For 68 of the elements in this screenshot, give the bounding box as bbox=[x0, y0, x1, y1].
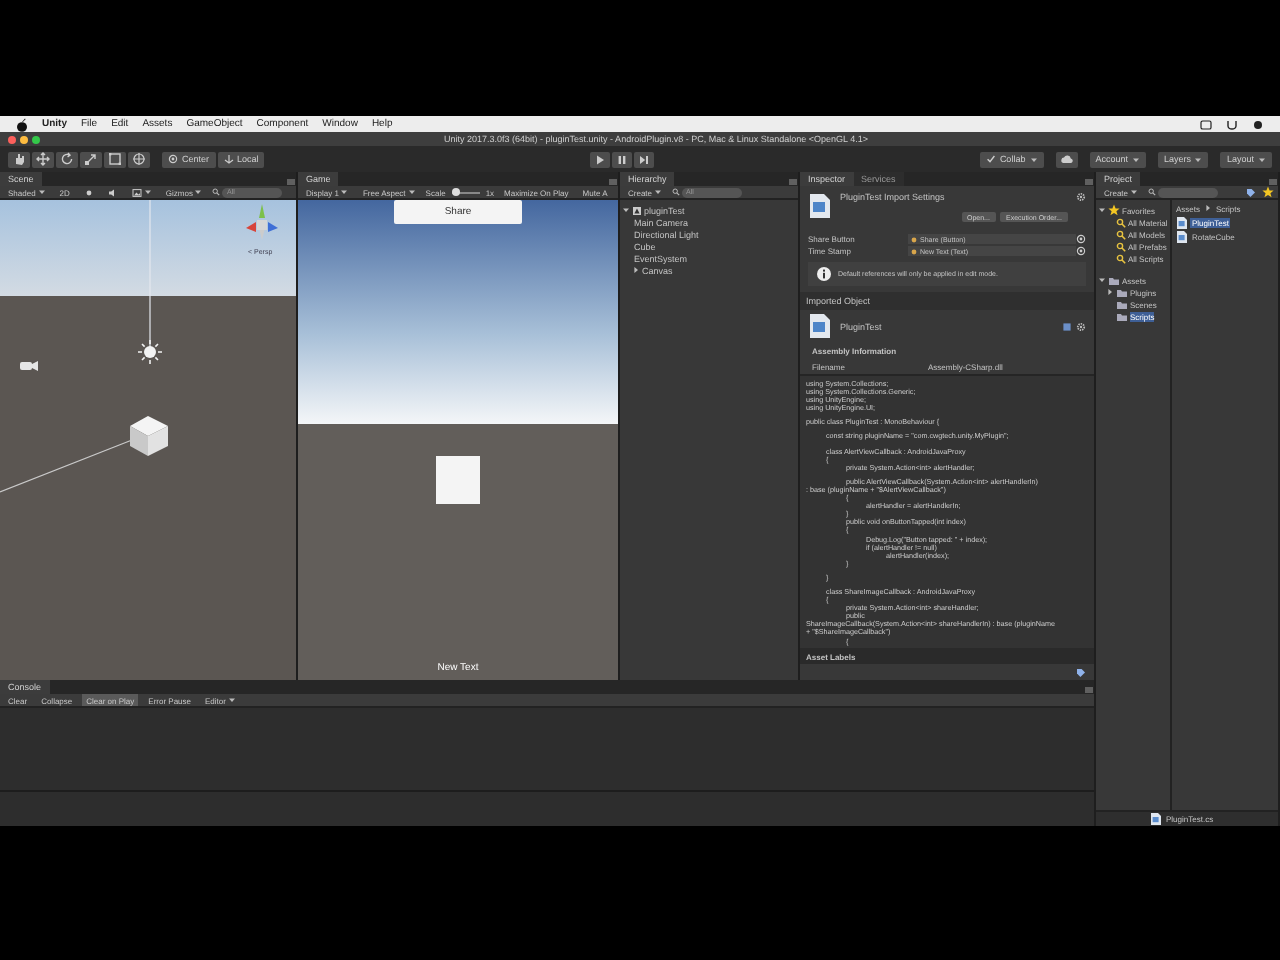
search-icon bbox=[1148, 188, 1157, 196]
close-button[interactable] bbox=[8, 135, 16, 143]
scale-tool-icon bbox=[84, 152, 98, 166]
cube-drawing[interactable] bbox=[130, 416, 168, 456]
collapsed-arrow-icon[interactable] bbox=[632, 266, 640, 274]
grid-line bbox=[0, 439, 133, 493]
search-icon bbox=[212, 188, 221, 196]
expanded-arrow-icon[interactable] bbox=[622, 206, 630, 214]
pivot-icon bbox=[168, 154, 178, 164]
caret-icon bbox=[1194, 155, 1203, 163]
collapsed-arrow-icon[interactable] bbox=[1106, 288, 1114, 296]
axis-icon bbox=[223, 154, 234, 164]
play-icon bbox=[594, 153, 607, 165]
cube-drawing bbox=[436, 456, 480, 504]
check-icon bbox=[985, 154, 996, 164]
script-file-icon bbox=[1150, 812, 1162, 826]
scene-icon bbox=[632, 205, 642, 215]
orientation-gizmo[interactable] bbox=[246, 204, 278, 240]
menu-icon[interactable] bbox=[788, 178, 798, 186]
script-file-icon bbox=[808, 192, 832, 220]
search-icon bbox=[672, 188, 681, 196]
rotate-tool-icon bbox=[60, 152, 74, 166]
menu-icon[interactable] bbox=[286, 178, 296, 186]
menu-icon[interactable] bbox=[608, 178, 618, 186]
pause-button[interactable] bbox=[612, 151, 633, 167]
info-icon bbox=[816, 266, 832, 282]
status-icon[interactable] bbox=[1252, 119, 1264, 129]
slider-thumb[interactable] bbox=[452, 188, 461, 196]
rotate-tool-button[interactable] bbox=[56, 151, 78, 167]
hand-tool-button[interactable] bbox=[8, 151, 30, 167]
caret-icon bbox=[1258, 155, 1266, 163]
cloud-button[interactable] bbox=[1055, 151, 1078, 167]
settings-icon[interactable] bbox=[1076, 192, 1086, 202]
sun-icon[interactable] bbox=[137, 339, 163, 365]
caret-icon bbox=[1131, 155, 1140, 163]
magnet-icon[interactable] bbox=[1226, 119, 1238, 129]
caret-icon bbox=[1029, 155, 1038, 163]
hand-tool-icon bbox=[12, 152, 26, 166]
move-tool-button[interactable] bbox=[32, 151, 54, 167]
menu-icon[interactable] bbox=[1084, 178, 1094, 186]
settings-icon[interactable] bbox=[1076, 321, 1086, 331]
transform-tool-icon bbox=[132, 152, 146, 166]
pause-icon bbox=[616, 153, 629, 165]
script-file-icon bbox=[808, 312, 832, 340]
display-icon[interactable] bbox=[1200, 119, 1212, 129]
step-icon bbox=[638, 153, 651, 165]
minimize-button[interactable] bbox=[20, 135, 28, 143]
search-field[interactable] bbox=[1158, 187, 1219, 197]
light-icon bbox=[83, 187, 94, 197]
move-tool-icon bbox=[36, 152, 50, 166]
cloud-icon bbox=[1059, 154, 1074, 164]
scale-tool-button[interactable] bbox=[80, 151, 102, 167]
menu-icon[interactable] bbox=[1084, 686, 1094, 694]
play-button[interactable] bbox=[590, 151, 611, 167]
help-icon[interactable] bbox=[1062, 321, 1072, 331]
image-icon bbox=[131, 187, 142, 197]
star-icon bbox=[1108, 204, 1120, 216]
expanded-arrow-icon[interactable] bbox=[1098, 276, 1106, 284]
rect-tool-icon bbox=[108, 152, 122, 166]
zoom-button[interactable] bbox=[32, 135, 40, 143]
camera-icon[interactable] bbox=[20, 361, 38, 371]
expanded-arrow-icon[interactable] bbox=[1098, 206, 1106, 214]
rect-tool-button[interactable] bbox=[104, 151, 126, 167]
transform-tool-button[interactable] bbox=[128, 151, 150, 167]
apple-icon[interactable] bbox=[16, 117, 28, 131]
star-icon[interactable] bbox=[1262, 186, 1274, 198]
step-button[interactable] bbox=[634, 151, 655, 167]
effects-button[interactable] bbox=[127, 186, 156, 198]
